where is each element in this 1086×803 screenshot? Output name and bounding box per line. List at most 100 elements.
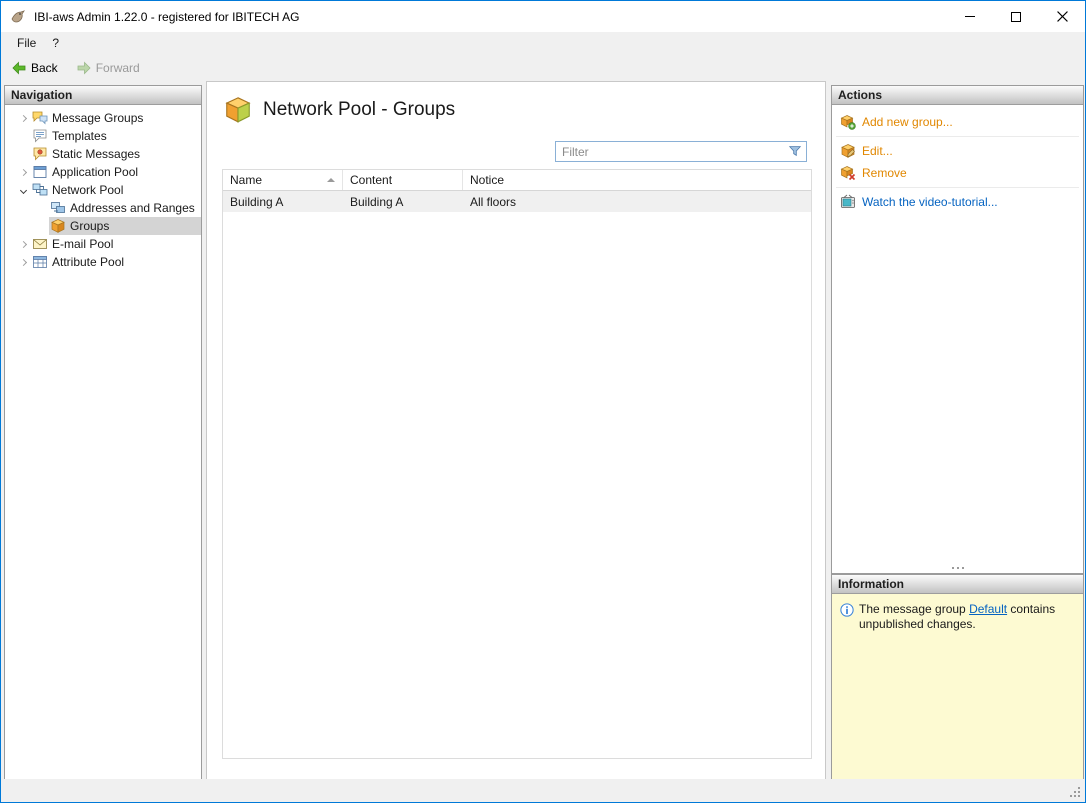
navigation-header: Navigation <box>5 86 201 105</box>
video-tutorial-action[interactable]: Watch the video-tutorial... <box>832 191 1083 213</box>
information-panel: Information The message group Default co… <box>831 574 1084 780</box>
forward-label: Forward <box>95 60 140 75</box>
app-window: IBI-aws Admin 1.22.0 - registered for IB… <box>0 0 1086 803</box>
navigation-tree: Message Groups Templates Static Messages… <box>5 105 201 271</box>
column-header-name[interactable]: Name <box>223 170 343 190</box>
forward-button[interactable]: Forward <box>72 58 144 78</box>
minimize-icon <box>965 16 975 17</box>
minimize-button[interactable] <box>947 1 993 32</box>
email-pool-icon <box>33 239 47 249</box>
separator <box>836 136 1079 137</box>
chevron-down-icon[interactable] <box>15 182 31 198</box>
table-row[interactable]: Building A Building A All floors <box>223 191 811 212</box>
tree-label: Static Messages <box>52 147 141 161</box>
toolbar: Back Forward <box>1 54 1085 81</box>
column-header-content[interactable]: Content <box>343 170 463 190</box>
filter-box <box>555 141 807 162</box>
back-arrow-icon <box>12 61 26 74</box>
tree-item-groups[interactable]: Groups <box>5 217 201 235</box>
tree-label: Groups <box>70 219 110 233</box>
separator <box>836 187 1079 188</box>
tree-item-message-groups[interactable]: Message Groups <box>5 109 201 127</box>
chevron-right-icon[interactable] <box>15 254 31 270</box>
tree-item-application-pool[interactable]: Application Pool <box>5 163 201 181</box>
back-label: Back <box>31 60 58 75</box>
window-title: IBI-aws Admin 1.22.0 - registered for IB… <box>34 9 300 24</box>
splitter-handle[interactable] <box>951 567 964 569</box>
maximize-icon <box>1011 11 1021 22</box>
static-messages-icon <box>33 147 47 161</box>
remove-group-icon <box>840 166 856 181</box>
title-bar: IBI-aws Admin 1.22.0 - registered for IB… <box>1 1 1085 32</box>
tree-label: Templates <box>52 129 107 143</box>
remove-label: Remove <box>862 166 907 180</box>
tree-item-templates[interactable]: Templates <box>5 127 201 145</box>
attribute-pool-icon <box>33 256 47 268</box>
information-body: The message group Default contains unpub… <box>832 594 1083 640</box>
info-icon <box>840 603 854 617</box>
close-button[interactable] <box>1039 1 1085 32</box>
close-icon <box>1056 11 1068 22</box>
tree-item-email-pool[interactable]: E-mail Pool <box>5 235 201 253</box>
chevron-right-icon[interactable] <box>15 110 31 126</box>
tree-label: E-mail Pool <box>52 237 114 251</box>
tree-item-static-messages[interactable]: Static Messages <box>5 145 201 163</box>
add-group-icon <box>840 115 856 130</box>
maximize-button[interactable] <box>993 1 1039 32</box>
tree-label: Network Pool <box>52 183 124 197</box>
video-tutorial-label: Watch the video-tutorial... <box>862 195 998 209</box>
tree-label: Attribute Pool <box>52 255 125 269</box>
chevron-right-icon[interactable] <box>15 164 31 180</box>
page-heading: Network Pool - Groups <box>207 82 825 125</box>
actions-panel: Actions Add new group... Edit... Remove … <box>831 85 1084 574</box>
navigation-panel: Navigation Message Groups Templates Stat… <box>4 85 202 780</box>
groups-icon <box>51 219 65 233</box>
remove-action[interactable]: Remove <box>832 162 1083 184</box>
cell-content: Building A <box>350 194 404 209</box>
table-header: Name Content Notice <box>223 170 811 191</box>
back-button[interactable]: Back <box>7 58 62 78</box>
message-groups-icon <box>32 111 48 125</box>
info-text-before: The message group <box>859 602 970 616</box>
application-pool-icon <box>33 166 47 178</box>
information-header: Information <box>832 575 1083 594</box>
actions-header: Actions <box>832 86 1083 105</box>
addresses-and-ranges-icon <box>51 202 65 213</box>
edit-action[interactable]: Edit... <box>832 140 1083 162</box>
window-controls <box>947 1 1085 32</box>
chevron-right-icon[interactable] <box>15 236 31 252</box>
app-logo-icon <box>11 9 25 22</box>
actions-list: Add new group... Edit... Remove Watch th… <box>832 105 1083 213</box>
menu-bar: File ? <box>1 32 1085 54</box>
groups-page-icon <box>225 97 251 123</box>
cell-name: Building A <box>230 194 284 209</box>
edit-group-icon <box>841 144 855 158</box>
column-header-notice[interactable]: Notice <box>463 170 811 190</box>
groups-table: Name Content Notice Building A Building … <box>222 169 812 759</box>
templates-icon <box>33 129 47 143</box>
default-group-link[interactable]: Default <box>969 602 1007 616</box>
filter-input[interactable] <box>555 141 807 162</box>
add-new-group-action[interactable]: Add new group... <box>832 111 1083 133</box>
information-message: The message group Default contains unpub… <box>859 602 1075 632</box>
content-panel: Network Pool - Groups Name Content Notic… <box>206 81 826 780</box>
tree-label: Addresses and Ranges <box>70 201 195 215</box>
tree-item-network-pool[interactable]: Network Pool <box>5 181 201 199</box>
tree-item-attribute-pool[interactable]: Attribute Pool <box>5 253 201 271</box>
network-pool-icon <box>32 183 48 196</box>
menu-help[interactable]: ? <box>44 33 67 53</box>
tree-label: Message Groups <box>52 111 144 125</box>
edit-label: Edit... <box>862 144 893 158</box>
resize-grip-icon[interactable] <box>1078 795 1080 797</box>
filter-funnel-icon[interactable] <box>788 144 802 158</box>
page-title: Network Pool - Groups <box>263 99 456 120</box>
tree-item-addresses-and-ranges[interactable]: Addresses and Ranges <box>5 199 201 217</box>
cell-notice: All floors <box>470 194 517 209</box>
menu-file[interactable]: File <box>9 33 44 53</box>
add-new-group-label: Add new group... <box>862 115 953 129</box>
tree-label: Application Pool <box>52 165 139 179</box>
